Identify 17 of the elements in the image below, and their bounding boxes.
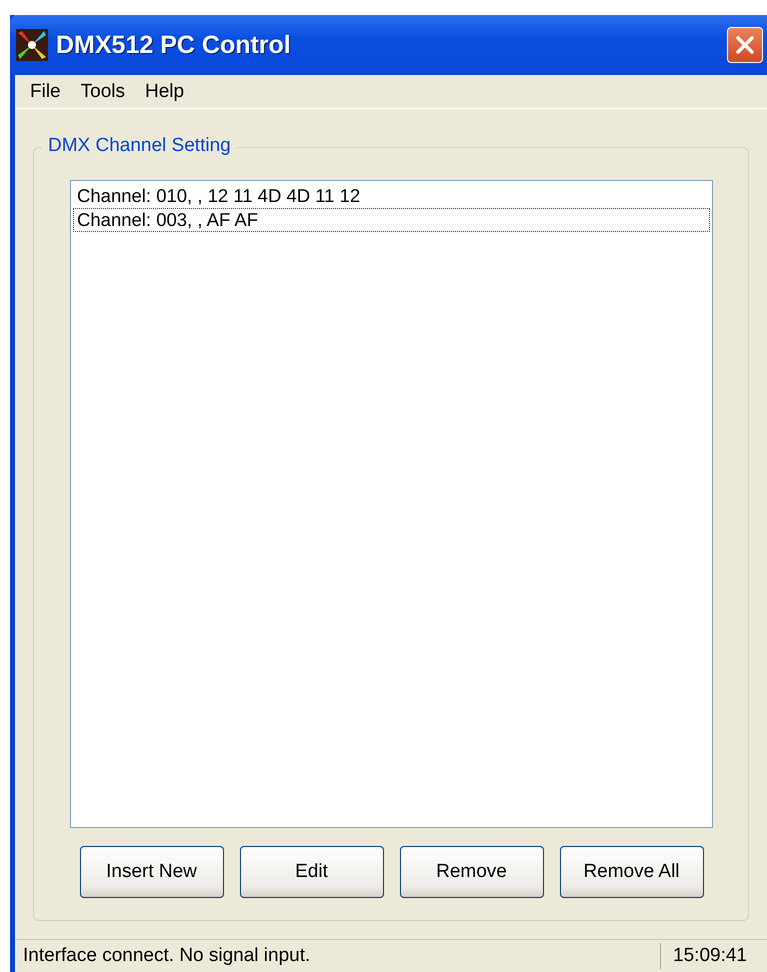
- menu-item[interactable]: Tools: [72, 78, 134, 104]
- action-button[interactable]: Edit: [240, 846, 384, 898]
- action-button[interactable]: Insert New: [80, 846, 224, 898]
- menu-item[interactable]: File: [21, 78, 70, 104]
- menu-item[interactable]: Help: [136, 78, 194, 104]
- action-button[interactable]: Remove: [400, 846, 544, 898]
- status-time: 15:09:41: [660, 943, 767, 969]
- channel-list[interactable]: Channel: 010, , 12 11 4D 4D 11 12 Channel: 003, , AF AF: [70, 180, 713, 828]
- close-button[interactable]: [727, 27, 763, 63]
- list-item[interactable]: Channel: 003, , AF AF: [73, 208, 710, 232]
- list-item[interactable]: Channel: 010, , 12 11 4D 4D 11 12: [73, 184, 710, 208]
- group-title: DMX Channel Setting: [42, 135, 237, 157]
- close-icon: [734, 34, 756, 56]
- window-title: DMX512 PC Control: [56, 30, 292, 60]
- status-message: Interface connect. No signal input.: [22, 945, 312, 967]
- app-icon: [16, 29, 48, 61]
- action-button[interactable]: Remove All: [560, 846, 704, 898]
